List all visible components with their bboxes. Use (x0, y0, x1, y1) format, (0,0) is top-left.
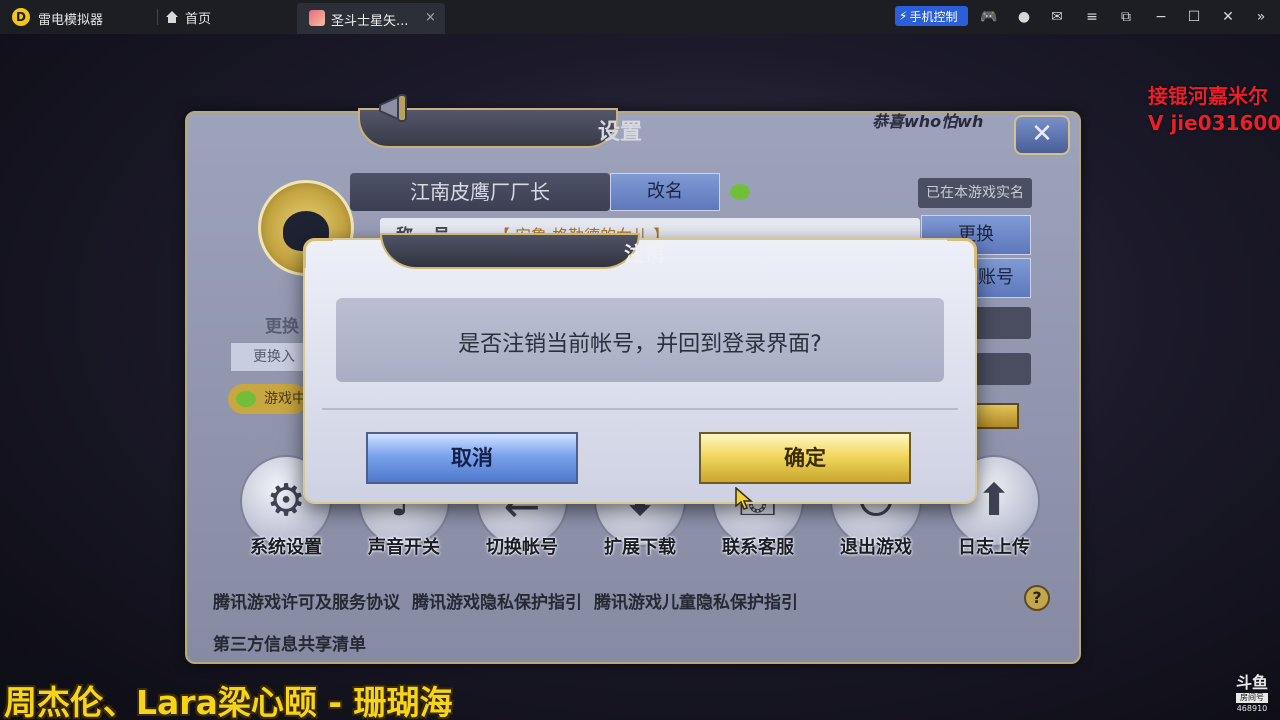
wechat-icon (236, 391, 256, 407)
emulator-titlebar: D 雷电模拟器 首页 圣斗士星矢... × ⚡ 手机控制 🎮 ● ✉ ≡ ⧉ −… (0, 0, 1280, 34)
cancel-button[interactable]: 取消 (366, 432, 578, 484)
game-pill-label: 游戏中 (264, 391, 306, 407)
room-label: 房间号 (1236, 693, 1268, 703)
info-slot (975, 353, 1031, 385)
dialog-corner-ornament (947, 238, 977, 268)
realname-badge: 已在本游戏实名 (918, 178, 1032, 208)
wechat-icon (730, 184, 750, 200)
mouse-cursor-icon (735, 487, 754, 510)
link-service-agreement[interactable]: 腾讯游戏许可及服务协议 (213, 588, 400, 613)
link-third-party-list[interactable]: 第三方信息共享清单 (213, 630, 366, 655)
rename-button[interactable]: 改名 (610, 173, 720, 211)
dialog-divider (322, 408, 958, 410)
user-icon[interactable]: ● (1015, 8, 1033, 26)
tab-close-icon[interactable]: × (425, 10, 436, 25)
lightning-icon: ⚡ (899, 9, 908, 23)
function-label: 声音开关 (368, 537, 440, 558)
link-child-privacy-guide[interactable]: 腾讯游戏儿童隐私保护指引 (594, 588, 798, 613)
tab-game[interactable]: 圣斗士星矢... × (297, 3, 445, 34)
room-number: 468910 (1236, 704, 1268, 713)
function-label: 扩展下载 (604, 537, 676, 558)
tab-home[interactable]: 首页 (165, 6, 211, 28)
dialog-title: 注销 (624, 242, 664, 266)
promo-line: V jie031600 (1148, 111, 1280, 135)
pop-out-icon[interactable]: ⧉ (1117, 8, 1135, 26)
mail-icon[interactable]: ✉ (1048, 8, 1066, 26)
settings-title: 设置 (597, 120, 642, 145)
phone-control-label: 手机控制 (909, 9, 958, 24)
change-avatar-label: 更换 (265, 317, 299, 337)
info-slot (975, 307, 1031, 339)
link-privacy-guide[interactable]: 腾讯游戏隐私保护指引 (412, 588, 582, 613)
promo-line: 接锟河嘉米尔 (1148, 84, 1268, 108)
minimize-icon[interactable]: − (1152, 8, 1170, 26)
tab-game-label: 圣斗士星矢... (331, 14, 409, 29)
function-label: 联系客服 (722, 537, 794, 558)
function-label: 退出游戏 (840, 537, 912, 558)
close-icon[interactable]: ✕ (1219, 8, 1237, 26)
collapse-icon[interactable]: » (1252, 8, 1270, 26)
emulator-logo-icon: D (12, 8, 30, 26)
gold-toggle[interactable] (975, 403, 1019, 429)
confirm-button[interactable]: 确定 (699, 432, 911, 484)
tab-divider (157, 9, 158, 25)
promo-overlay: 接锟河嘉米尔 V jie031600 (1148, 83, 1280, 137)
nickname-field: 江南皮鹰厂厂长 (350, 173, 610, 211)
function-label: 系统设置 (250, 537, 322, 558)
game-tab-icon (309, 10, 325, 26)
gamepad-icon[interactable]: 🎮 (980, 8, 998, 26)
tab-home-label: 首页 (185, 11, 212, 27)
menu-icon[interactable]: ≡ (1083, 8, 1101, 26)
emulator-app-name: 雷电模拟器 (38, 13, 104, 28)
douyu-logo-icon: 斗鱼 (1235, 673, 1268, 692)
home-icon (165, 11, 179, 23)
agreement-links: 腾讯游戏许可及服务协议 腾讯游戏隐私保护指引 腾讯游戏儿童隐私保护指引 (213, 588, 798, 613)
change-avatar-button[interactable]: 更换入 (230, 342, 310, 372)
dialog-message: 是否注销当前帐号，并回到登录界面? (458, 332, 822, 357)
help-icon[interactable]: ? (1024, 585, 1050, 611)
settings-close-button[interactable]: ✕ (1014, 115, 1070, 155)
now-playing-song: 周杰伦、Lara梁心颐 - 珊瑚海 (4, 683, 453, 720)
phone-control-button[interactable]: ⚡ 手机控制 (895, 6, 968, 26)
notice-marquee: 恭喜who怕wh (872, 112, 984, 131)
megaphone-icon (379, 94, 407, 122)
douyu-watermark: 斗鱼 房间号 468910 (1232, 673, 1272, 713)
dialog-corner-ornament (303, 238, 333, 268)
function-label: 日志上传 (958, 537, 1030, 558)
function-label: 切换帐号 (486, 537, 558, 558)
maximize-icon[interactable]: ☐ (1185, 8, 1203, 26)
